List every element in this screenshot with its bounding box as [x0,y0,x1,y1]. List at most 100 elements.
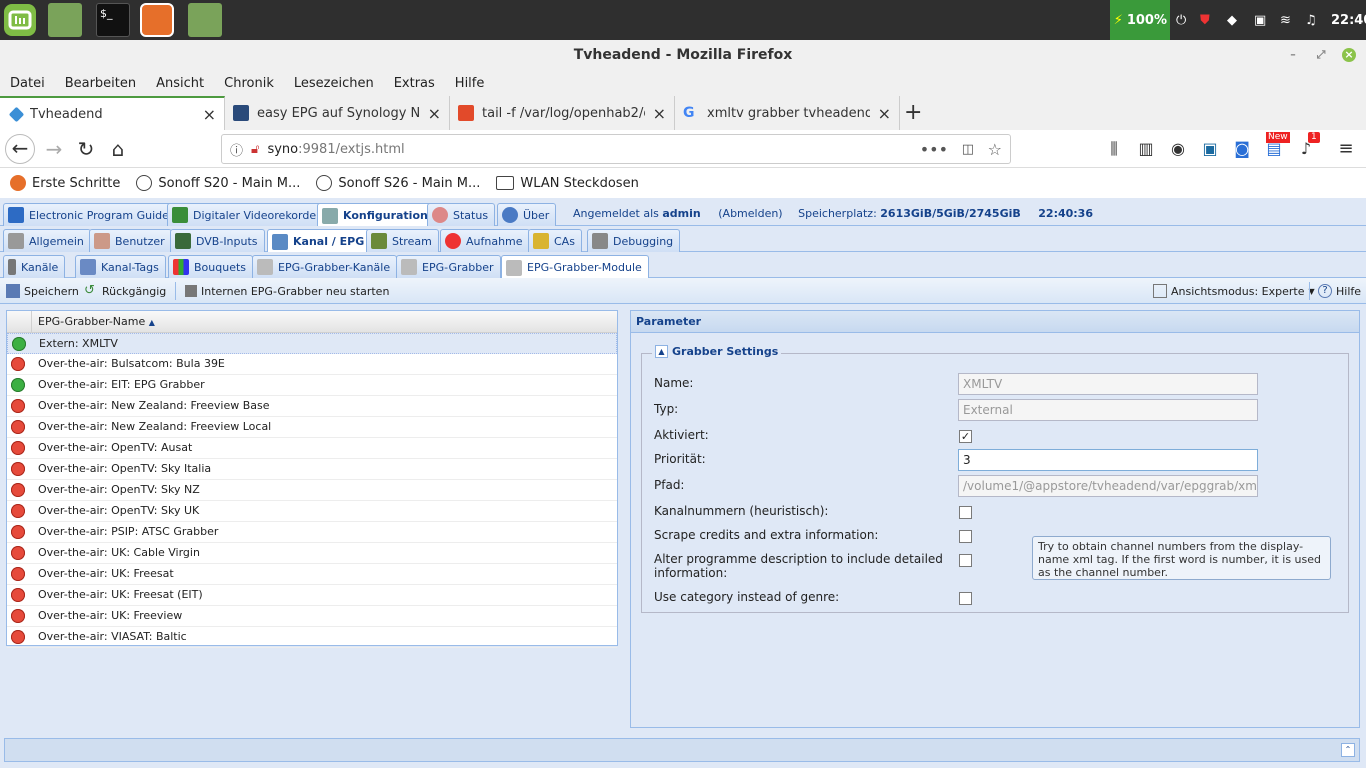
table-row[interactable]: Over-the-air: PSIP: ATSC Grabber [7,522,617,543]
restart-grabber-button[interactable]: Internen EPG-Grabber neu starten [185,282,389,300]
table-row[interactable]: Over-the-air: OpenTV: Ausat [7,438,617,459]
clipboard-icon[interactable]: ▣ [1254,0,1266,40]
browser-tab-openhab-log[interactable]: tail -f /var/log/openhab2/ope × [450,96,675,130]
priority-field[interactable]: 3 [958,449,1258,471]
channelnum-checkbox[interactable] [959,506,972,519]
table-row[interactable]: Over-the-air: OpenTV: Sky UK [7,501,617,522]
table-row[interactable]: Over-the-air: New Zealand: Freeview Loca… [7,417,617,438]
power-icon[interactable]: ⏻ [1176,0,1186,40]
close-tab-icon[interactable]: × [203,105,216,124]
table-row[interactable]: Over-the-air: UK: Freesat (EIT) [7,585,617,606]
bookmark-star-icon[interactable]: ☆ [988,140,1002,159]
category-checkbox[interactable] [959,592,972,605]
menu-chronik[interactable]: Chronik [224,76,274,91]
help-button[interactable]: ? Hilfe [1318,282,1361,300]
undo-button[interactable]: ↺ Rückgängig [84,282,166,300]
menu-bearbeiten[interactable]: Bearbeiten [65,76,136,91]
table-row[interactable]: Extern: XMLTV [7,333,617,354]
enabled-checkbox[interactable]: ✓ [959,430,972,443]
menu-lesezeichen[interactable]: Lesezeichen [294,76,374,91]
column-header-name[interactable]: EPG-Grabber-Name ▲ [38,315,155,328]
browser-tab-epg-synology[interactable]: easy EPG auf Synology NAS - × [225,96,450,130]
info-icon[interactable]: ⓘ [230,140,243,159]
bookmark-sonoff-s26[interactable]: Sonoff S26 - Main M... [316,175,480,191]
close-tab-icon[interactable]: × [653,104,666,123]
tab-stream[interactable]: Stream [366,229,439,252]
new-tab-button[interactable]: + [904,100,922,125]
tab-epg[interactable]: Electronic Program Guide [3,203,176,226]
minimize-icon[interactable]: – [1286,48,1300,62]
tab-status[interactable]: Status [427,203,496,226]
folder-icon[interactable] [188,3,222,37]
forward-button[interactable]: → [40,136,68,164]
firefox-taskbar-icon[interactable] [140,3,174,37]
tab-kanal-tags[interactable]: Kanal-Tags [75,255,166,278]
tab-dvb-inputs[interactable]: DVB-Inputs [170,229,265,252]
menu-ansicht[interactable]: Ansicht [156,76,204,91]
tab-epg-grabber[interactable]: EPG-Grabber [396,255,501,278]
tab-kanal-epg[interactable]: Kanal / EPG [267,229,372,253]
table-row[interactable]: Over-the-air: EIT: EPG Grabber [7,375,617,396]
screenshot-icon[interactable]: ◙ [1228,136,1256,164]
menu-extras[interactable]: Extras [394,76,435,91]
browser-tab-google[interactable]: G xmltv grabber tvheadend - G × [675,96,900,130]
tab-cas[interactable]: CAs [528,229,582,252]
library-icon[interactable]: ⫼ [1100,136,1128,164]
tab-kanaele[interactable]: Kanäle [3,255,66,278]
bookmark-sonoff-s20[interactable]: Sonoff S20 - Main M... [136,175,300,191]
close-window-icon[interactable]: × [1342,48,1356,62]
music-extension-icon[interactable]: ♪ 1 [1292,132,1320,164]
collapse-icon[interactable]: ▲ [655,345,668,358]
battery-indicator[interactable]: ⚡ 100% [1110,0,1170,40]
tab-epg-grabber-kanaele[interactable]: EPG-Grabber-Kanäle [252,255,398,278]
menu-hilfe[interactable]: Hilfe [455,76,485,91]
tab-aufnahme[interactable]: Aufnahme [440,229,530,252]
table-row[interactable]: Over-the-air: OpenTV: Sky NZ [7,480,617,501]
close-tab-icon[interactable]: × [428,104,441,123]
reload-button[interactable]: ↻ [72,136,100,164]
volume-icon[interactable]: ♫ [1305,0,1317,40]
tab-debugging[interactable]: Debugging [587,229,681,252]
home-button[interactable]: ⌂ [104,136,132,164]
mint-menu-icon[interactable] [4,4,36,36]
alter-checkbox[interactable] [959,554,972,567]
table-row[interactable]: Over-the-air: Bulsatcom: Bula 39E [7,354,617,375]
tab-konfiguration[interactable]: Konfiguration [317,203,435,227]
shield-icon[interactable]: ⛊ [1200,0,1210,40]
tab-dvr[interactable]: Digitaler Videorekorder [167,203,328,226]
pocket-icon[interactable]: ◫ [962,142,974,157]
back-button[interactable]: ← [5,134,35,164]
scrape-checkbox[interactable] [959,530,972,543]
terminal-icon[interactable]: $_ [96,3,130,37]
dropbox-icon[interactable]: ◆ [1227,0,1237,40]
clock[interactable]: 22:40 [1331,0,1366,40]
files-icon[interactable] [48,3,82,37]
tab-bouquets[interactable]: Bouquets [168,255,254,278]
wifi-icon[interactable]: ≋ [1280,0,1291,40]
table-row[interactable]: Over-the-air: New Zealand: Freeview Base [7,396,617,417]
maximize-icon[interactable]: ⤢ [1314,48,1328,62]
url-bar[interactable]: ⓘ 🔓︎ syno:9981/extjs.html ••• ◫ ☆ [221,134,1011,164]
save-button[interactable]: Speichern [6,282,79,300]
browser-tab-tvheadend[interactable]: Tvheadend × [0,96,225,130]
menu-datei[interactable]: Datei [10,76,45,91]
table-row[interactable]: Over-the-air: UK: Cable Virgin [7,543,617,564]
extension-icon[interactable]: ▣ [1196,136,1224,164]
table-row[interactable]: Over-the-air: UK: Freesat [7,564,617,585]
tab-allgemein[interactable]: Allgemein [3,229,91,252]
hamburger-menu-icon[interactable]: ≡ [1332,136,1360,164]
table-row[interactable]: Over-the-air: UK: Freeview [7,606,617,627]
view-mode-dropdown[interactable]: Ansichtsmodus: Experte ▼ [1153,282,1315,300]
table-row[interactable]: Over-the-air: OpenTV: Sky Italia [7,459,617,480]
bookmark-folder-wlan[interactable]: WLAN Steckdosen [496,176,639,191]
tab-benutzer[interactable]: Benutzer [89,229,172,252]
account-icon[interactable]: ◉ [1164,136,1192,164]
sidebar-icon[interactable]: ▥ [1132,136,1160,164]
new-badge-extension-icon[interactable]: ▤ New [1260,132,1290,164]
page-actions-icon[interactable]: ••• [920,140,948,159]
logout-link[interactable]: (Abmelden) [718,207,782,220]
bookmark-erste-schritte[interactable]: Erste Schritte [10,175,120,191]
tab-epg-grabber-module[interactable]: EPG-Grabber-Module [501,255,649,279]
tab-ueber[interactable]: Über [497,203,557,226]
fieldset-legend[interactable]: ▲ Grabber Settings [652,345,782,358]
